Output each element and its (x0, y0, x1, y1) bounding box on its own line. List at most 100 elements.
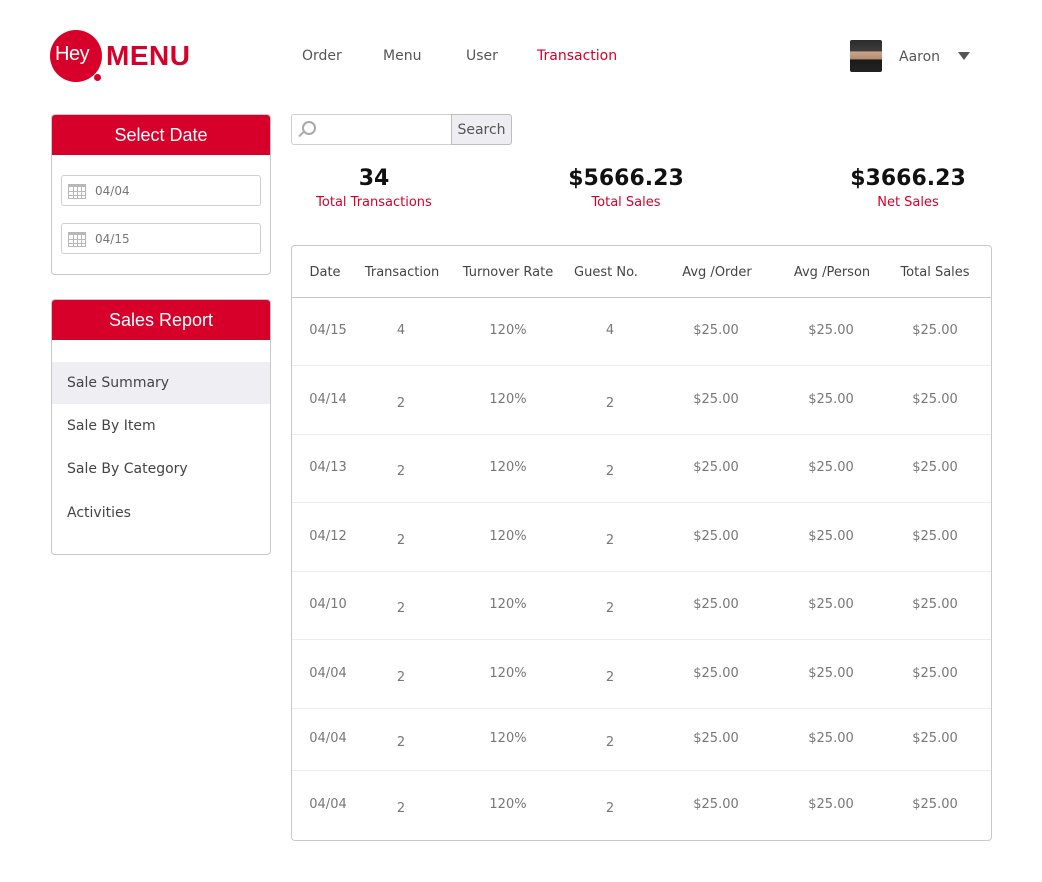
cell-avg-order: $25.00 (693, 666, 739, 681)
calendar-icon (68, 184, 86, 199)
chevron-down-icon[interactable] (958, 52, 970, 60)
cell-turnover-rate: 120% (489, 797, 527, 812)
nav-item-menu[interactable]: Menu (383, 48, 421, 64)
table-row[interactable]: 04/04 2 120% 2 $25.00 $25.00 $25.00 (292, 709, 991, 771)
nav-item-user[interactable]: User (466, 48, 498, 64)
start-date-value: 04/04 (95, 184, 130, 198)
table-row[interactable]: 04/04 2 120% 2 $25.00 $25.00 $25.00 (292, 771, 991, 840)
cell-guest-no: 2 (605, 396, 615, 411)
cell-turnover-rate: 120% (489, 323, 527, 338)
stat-value: 34 (358, 166, 390, 191)
table-header: Date Transaction Turnover Rate Guest No.… (292, 246, 991, 298)
cell-avg-order: $25.00 (693, 797, 739, 812)
cell-avg-person: $25.00 (808, 460, 854, 475)
report-item-activities[interactable]: Activities (52, 492, 270, 534)
cell-transaction: 2 (396, 464, 406, 479)
cell-avg-person: $25.00 (808, 597, 854, 612)
cell-guest-no: 4 (605, 323, 615, 338)
cell-transaction: 2 (396, 735, 406, 750)
cell-avg-order: $25.00 (693, 529, 739, 544)
table-row[interactable]: 04/04 2 120% 2 $25.00 $25.00 $25.00 (292, 640, 991, 709)
cell-total-sales: $25.00 (912, 731, 958, 746)
nav-item-order[interactable]: Order (302, 48, 342, 64)
select-date-title: Select Date (52, 115, 270, 155)
cell-avg-person: $25.00 (808, 731, 854, 746)
stat-total-sales: $5666.23 Total Sales (546, 166, 706, 210)
cell-turnover-rate: 120% (489, 529, 527, 544)
select-date-panel: Select Date 04/04 04/15 (51, 114, 271, 275)
cell-turnover-rate: 120% (489, 597, 527, 612)
stat-label: Total Transactions (316, 195, 432, 210)
cell-date: 04/10 (309, 597, 347, 612)
cell-total-sales: $25.00 (912, 392, 958, 407)
table-row[interactable]: 04/12 2 120% 2 $25.00 $25.00 $25.00 (292, 503, 991, 572)
logo[interactable]: Hey MENU (50, 30, 200, 82)
cell-avg-person: $25.00 (808, 529, 854, 544)
column-header-turnover-rate: Turnover Rate (462, 265, 554, 280)
cell-guest-no: 2 (605, 801, 615, 816)
table-row[interactable]: 04/13 2 120% 2 $25.00 $25.00 $25.00 (292, 435, 991, 503)
sales-report-title: Sales Report (52, 300, 270, 340)
cell-total-sales: $25.00 (912, 529, 958, 544)
column-header-avg-order: Avg /Order (682, 265, 752, 280)
avatar (850, 40, 882, 72)
cell-total-sales: $25.00 (912, 797, 958, 812)
column-header-total-sales: Total Sales (900, 265, 970, 280)
column-header-transaction: Transaction (364, 265, 440, 280)
cell-avg-order: $25.00 (693, 731, 739, 746)
cell-transaction: 2 (396, 533, 406, 548)
cell-transaction: 2 (396, 396, 406, 411)
cell-transaction: 4 (396, 323, 406, 338)
column-header-avg-person: Avg /Person (793, 265, 871, 280)
cell-avg-order: $25.00 (693, 597, 739, 612)
table-row[interactable]: 04/15 4 120% 4 $25.00 $25.00 $25.00 (292, 298, 991, 366)
cell-avg-person: $25.00 (808, 666, 854, 681)
cell-transaction: 2 (396, 670, 406, 685)
cell-turnover-rate: 120% (489, 460, 527, 475)
report-item-sale-by-category[interactable]: Sale By Category (52, 448, 270, 490)
report-item-sale-by-item[interactable]: Sale By Item (52, 405, 270, 447)
cell-turnover-rate: 120% (489, 731, 527, 746)
cell-total-sales: $25.00 (912, 597, 958, 612)
cell-date: 04/13 (309, 460, 347, 475)
user-name: Aaron (899, 49, 941, 65)
logo-menu-text: MENU (106, 40, 191, 71)
stat-label: Total Sales (591, 195, 661, 210)
cell-avg-order: $25.00 (693, 323, 739, 338)
table-row[interactable]: 04/14 2 120% 2 $25.00 $25.00 $25.00 (292, 366, 991, 435)
stat-value: $3666.23 (850, 166, 966, 191)
cell-date: 04/15 (309, 323, 347, 338)
report-item-sale-summary[interactable]: Sale Summary (52, 362, 270, 404)
cell-avg-person: $25.00 (808, 392, 854, 407)
cell-date: 04/04 (309, 797, 347, 812)
stat-value: $5666.23 (568, 166, 684, 191)
start-date-field[interactable]: 04/04 (61, 175, 261, 206)
cell-transaction: 2 (396, 801, 406, 816)
search-input[interactable] (291, 114, 452, 145)
cell-avg-person: $25.00 (808, 323, 854, 338)
cell-avg-person: $25.00 (808, 797, 854, 812)
cell-avg-order: $25.00 (693, 392, 739, 407)
cell-date: 04/04 (309, 666, 347, 681)
cell-total-sales: $25.00 (912, 666, 958, 681)
stat-net-sales: $3666.23 Net Sales (828, 166, 988, 210)
cell-turnover-rate: 120% (489, 392, 527, 407)
cell-turnover-rate: 120% (489, 666, 527, 681)
stat-label: Net Sales (877, 195, 939, 210)
table-row[interactable]: 04/10 2 120% 2 $25.00 $25.00 $25.00 (292, 572, 991, 640)
sales-report-panel: Sales Report Sale Summary Sale By Item S… (51, 299, 271, 555)
cell-date: 04/12 (309, 529, 347, 544)
cell-total-sales: $25.00 (912, 323, 958, 338)
cell-guest-no: 2 (605, 670, 615, 685)
end-date-value: 04/15 (95, 232, 130, 246)
cell-avg-order: $25.00 (693, 460, 739, 475)
stat-total-transactions: 34 Total Transactions (294, 166, 454, 210)
cell-date: 04/14 (309, 392, 347, 407)
search-button[interactable]: Search (451, 114, 512, 145)
logo-dot (94, 74, 101, 81)
nav-item-transaction[interactable]: Transaction (537, 48, 617, 64)
logo-hey-text: Hey (55, 43, 90, 65)
calendar-icon (68, 232, 86, 247)
end-date-field[interactable]: 04/15 (61, 223, 261, 254)
cell-total-sales: $25.00 (912, 460, 958, 475)
